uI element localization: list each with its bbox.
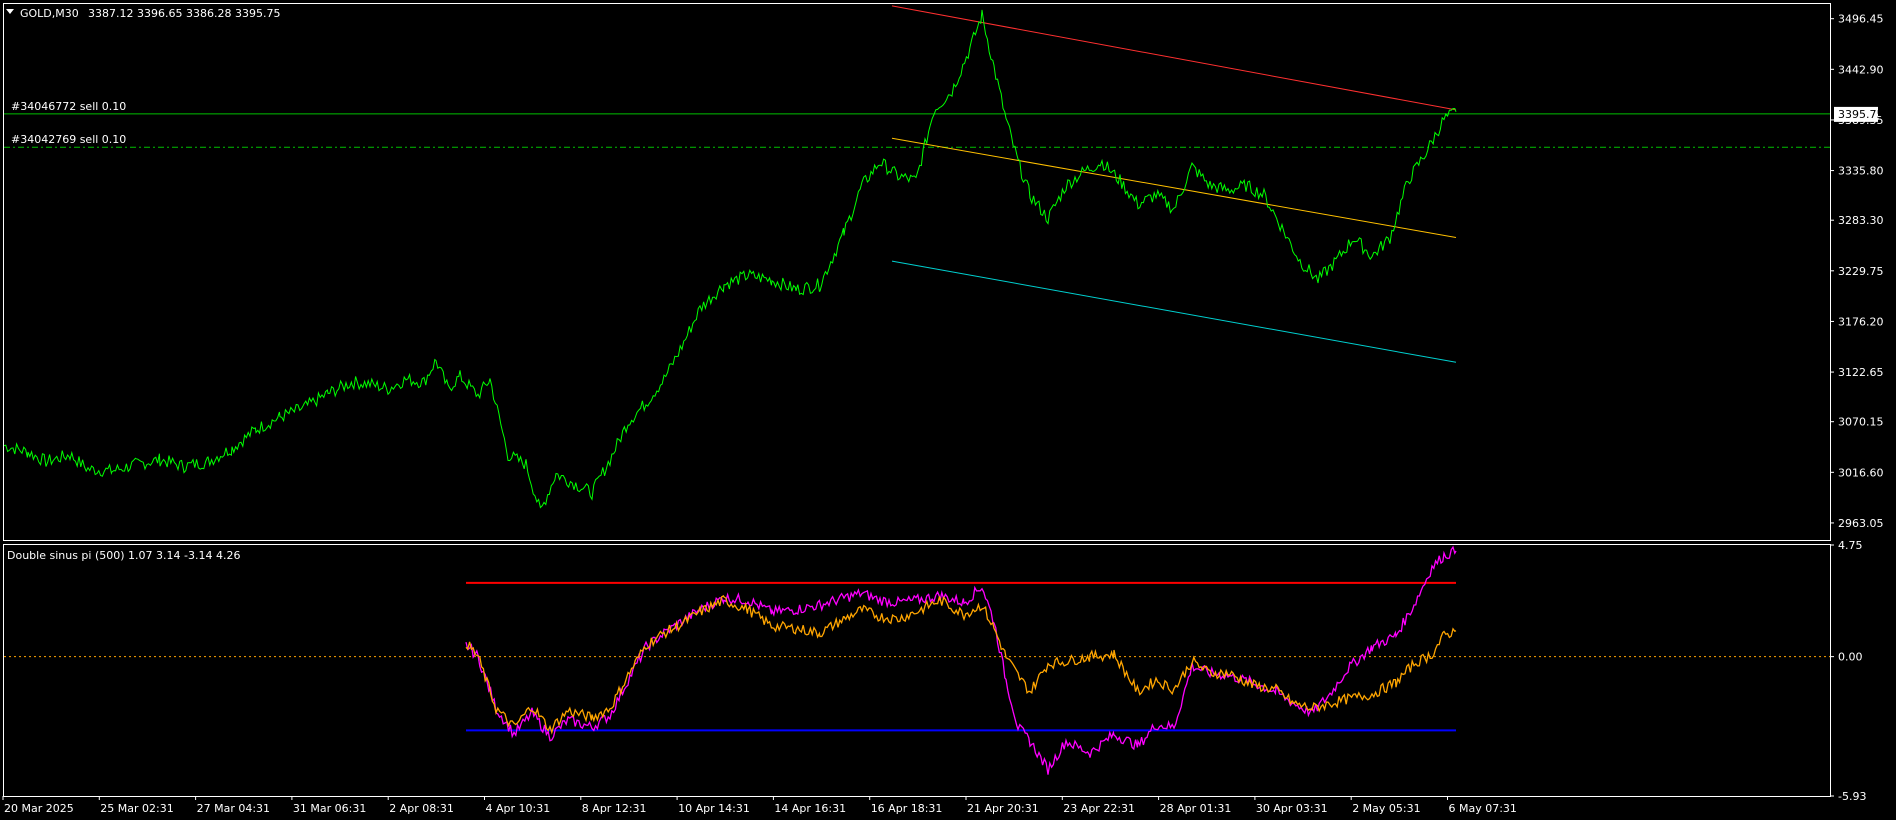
main-plot-area[interactable] [3, 5, 1830, 509]
indicator-tick-label: -5.93 [1838, 790, 1866, 803]
indicator-axis: 4.75 0.00 -5.93 [1830, 539, 1866, 803]
price-series [3, 9, 1457, 509]
indicator-tick-label: 0.00 [1838, 651, 1863, 664]
price-tick-label: 3335.80 [1838, 165, 1884, 178]
order-label-2[interactable]: #34042769 sell 0.10 [11, 133, 126, 146]
main-panel-frame [3, 3, 1831, 541]
price-tick-label: 2963.05 [1838, 517, 1884, 530]
price-tick-label: 3229.75 [1838, 265, 1884, 278]
ohlc-label: 3387.12 3396.65 3386.28 3395.75 [88, 7, 280, 20]
price-tick-label: 3442.90 [1838, 63, 1884, 76]
order-label-1[interactable]: #34046772 sell 0.10 [11, 100, 126, 113]
time-tick-label: 16 Apr 18:31 [871, 802, 943, 815]
time-tick-label: 23 Apr 22:31 [1063, 802, 1135, 815]
price-tick-label: 3016.60 [1838, 466, 1884, 479]
price-tick-label: 3496.45 [1838, 13, 1884, 26]
time-axis: 20 Mar 2025 25 Mar 02:31 27 Mar 04:31 31 Ma… [2, 796, 1517, 815]
time-tick-label: 20 Mar 2025 [4, 802, 74, 815]
main-price-axis: 3496.453442.903389.353335.803283.303229.… [1830, 13, 1884, 530]
indicator-plot-area[interactable] [4, 545, 1830, 775]
price-tick-label: 3283.30 [1838, 214, 1884, 227]
collapse-triangle-icon[interactable] [6, 9, 14, 14]
price-tick-label: 3122.65 [1838, 366, 1884, 379]
time-tick-label: 6 May 07:31 [1449, 802, 1517, 815]
time-tick-label: 2 Apr 08:31 [389, 802, 454, 815]
time-tick-label: 28 Apr 01:31 [1160, 802, 1232, 815]
chart-window[interactable]: 3496.453442.903389.353335.803283.303229.… [0, 0, 1896, 820]
channel-line-upper [891, 5, 1457, 111]
time-tick-label: 21 Apr 20:31 [967, 802, 1039, 815]
channel-line-middle [891, 137, 1457, 238]
time-tick-label: 27 Mar 04:31 [197, 802, 270, 815]
indicator-tick-label: 4.75 [1838, 539, 1863, 552]
time-tick-label: 8 Apr 12:31 [582, 802, 647, 815]
indicator-title: Double sinus pi (500) 1.07 3.14 -3.14 4.… [7, 549, 240, 562]
current-price-value: 3395.75 [1838, 108, 1884, 121]
time-tick-label: 10 Apr 14:31 [678, 802, 750, 815]
time-tick-label: 31 Mar 06:31 [293, 802, 366, 815]
time-tick-label: 4 Apr 10:31 [486, 802, 551, 815]
indicator-series-1 [465, 545, 1457, 775]
time-tick-label: 2 May 05:31 [1352, 802, 1420, 815]
time-tick-label: 14 Apr 16:31 [774, 802, 846, 815]
symbol-label: GOLD,M30 [20, 7, 79, 20]
channel-line-lower [891, 260, 1457, 363]
time-tick-label: 25 Mar 02:31 [100, 802, 173, 815]
time-tick-label: 30 Apr 03:31 [1256, 802, 1328, 815]
price-tick-label: 3070.15 [1838, 416, 1884, 429]
price-tick-label: 3176.20 [1838, 315, 1884, 328]
